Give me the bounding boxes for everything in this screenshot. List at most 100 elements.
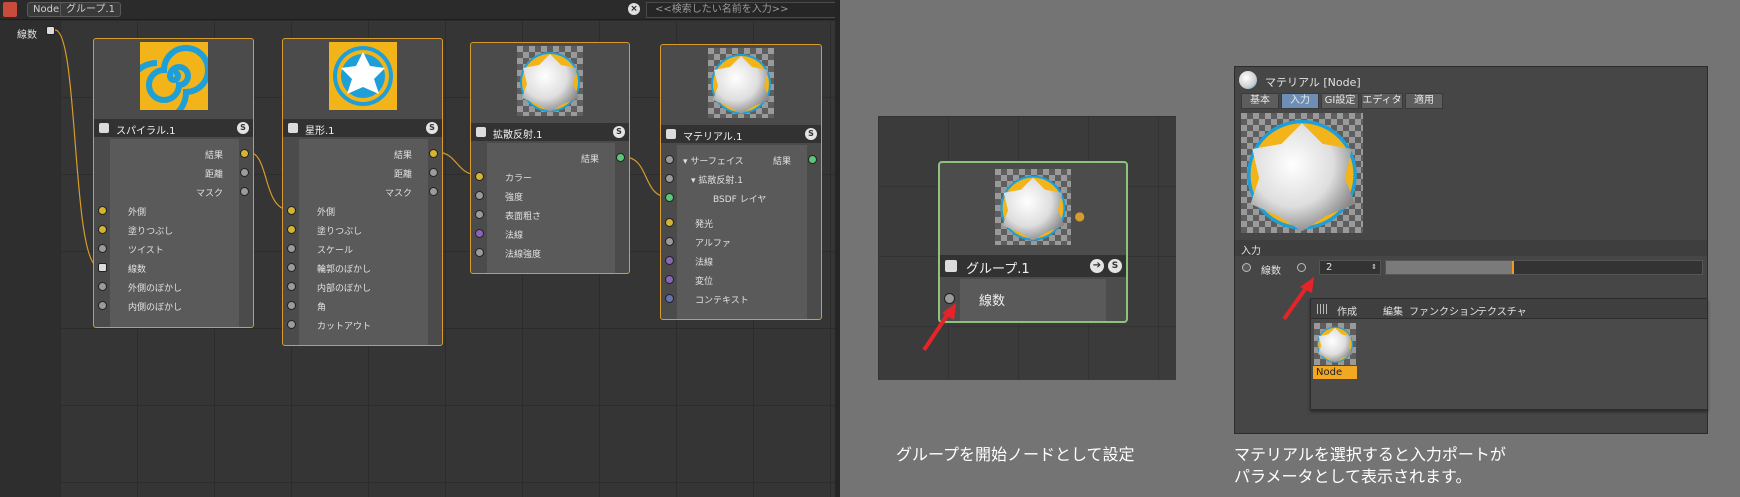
input-port[interactable] bbox=[665, 237, 674, 246]
input-label-text: 拡散反射.1 bbox=[698, 176, 743, 186]
input-port[interactable] bbox=[665, 294, 674, 303]
input-port[interactable] bbox=[475, 172, 484, 181]
material-caption-line1: マテリアルを選択すると入力ポートが bbox=[1234, 445, 1506, 464]
solo-button[interactable]: S bbox=[237, 122, 249, 134]
red-arrow-icon bbox=[1282, 277, 1314, 321]
spiral-node[interactable]: スパイラル.1 S 結果 距離 マスク 外側 塗りつぶし ツイスト 線数 外側の… bbox=[93, 38, 254, 328]
input-label-text: サーフェイス bbox=[690, 157, 744, 167]
material-node-header[interactable]: マテリアル.1 S bbox=[661, 125, 821, 143]
material-list-panel[interactable]: 作成 編集 ファンクション テクスチャ Node bbox=[1310, 298, 1708, 410]
material-preview bbox=[708, 48, 774, 118]
group-node-header[interactable]: グループ.1 ➔ S bbox=[940, 255, 1126, 277]
output-port[interactable] bbox=[429, 168, 438, 177]
input-port[interactable] bbox=[98, 282, 107, 291]
input-port[interactable] bbox=[287, 206, 296, 215]
input-port[interactable] bbox=[475, 248, 484, 257]
material-node[interactable]: マテリアル.1 S 結果 ▾ サーフェイス ▾ 拡散反射.1 BSDF レイヤ … bbox=[660, 44, 822, 320]
node-editor[interactable]: Node グループ.1 × <<検索したい名前を入力>> 線数 スパイラル.1 … bbox=[0, 0, 840, 497]
menu-texture[interactable]: テクスチャ bbox=[1477, 303, 1527, 318]
solo-button[interactable]: S bbox=[1108, 259, 1122, 273]
star-node[interactable]: 星形.1 S 結果 距離 マスク 外側 塗りつぶし スケール 輪郭のぼかし 内部… bbox=[282, 38, 443, 346]
input-port[interactable] bbox=[475, 229, 484, 238]
input-label: ツイスト bbox=[128, 246, 164, 256]
input-port[interactable] bbox=[98, 225, 107, 234]
enter-group-icon[interactable]: ➔ bbox=[1090, 259, 1104, 273]
star-node-header[interactable]: 星形.1 S bbox=[283, 119, 442, 137]
material-preview bbox=[1241, 113, 1363, 233]
slider-fill bbox=[1386, 261, 1512, 274]
solo-button[interactable]: S bbox=[426, 122, 438, 134]
input-port[interactable] bbox=[98, 244, 107, 253]
material-icon bbox=[1239, 71, 1257, 89]
input-port[interactable] bbox=[287, 244, 296, 253]
input-port[interactable] bbox=[287, 282, 296, 291]
spiral-node-header[interactable]: スパイラル.1 S bbox=[94, 119, 253, 137]
menu-create[interactable]: 作成 bbox=[1337, 303, 1357, 318]
solo-button[interactable]: S bbox=[805, 128, 817, 140]
tab-gi[interactable]: GI設定 bbox=[1321, 93, 1359, 109]
tab-basic[interactable]: 基本 bbox=[1241, 93, 1279, 109]
input-port[interactable] bbox=[287, 263, 296, 272]
section-title: 入力 bbox=[1241, 246, 1261, 257]
tab-apply[interactable]: 適用 bbox=[1405, 93, 1443, 109]
material-item[interactable]: Node bbox=[1313, 323, 1357, 379]
input-port[interactable] bbox=[98, 301, 107, 310]
input-port[interactable] bbox=[98, 206, 107, 215]
material-sphere-icon bbox=[711, 54, 771, 114]
input-port[interactable] bbox=[287, 225, 296, 234]
output-port[interactable] bbox=[808, 155, 817, 164]
spiral-preview-icon bbox=[139, 42, 208, 110]
menu-function[interactable]: ファンクション bbox=[1409, 303, 1479, 318]
group-node[interactable]: ● グループ.1 ➔ S 線数 bbox=[938, 161, 1128, 323]
output-port[interactable] bbox=[429, 149, 438, 158]
output-port[interactable] bbox=[240, 149, 249, 158]
input-label: 角 bbox=[317, 303, 327, 313]
output-port[interactable] bbox=[240, 168, 249, 177]
output-port[interactable] bbox=[616, 153, 625, 162]
diffuse-node-header[interactable]: 拡散反射.1 S bbox=[471, 123, 629, 141]
param-slider[interactable] bbox=[1385, 260, 1703, 275]
input-label: 塗りつぶし bbox=[128, 227, 174, 237]
input-label: 法線 bbox=[505, 231, 524, 241]
tab-editor[interactable]: エディタ bbox=[1361, 93, 1403, 109]
input-label: 法線 bbox=[695, 258, 714, 268]
input-label: スケール bbox=[317, 246, 354, 256]
input-label: 塗りつぶし bbox=[317, 227, 363, 237]
input-port[interactable] bbox=[665, 174, 674, 183]
input-port[interactable] bbox=[287, 320, 296, 329]
param-value-field[interactable]: 2 ⇕ bbox=[1319, 260, 1381, 275]
input-port[interactable] bbox=[665, 218, 674, 227]
group-node-title: グループ.1 bbox=[966, 262, 1030, 277]
param-input-port[interactable] bbox=[1297, 263, 1306, 272]
input-port[interactable] bbox=[287, 301, 296, 310]
input-port[interactable] bbox=[665, 256, 674, 265]
material-caption-line2: パラメータとして表示されます。 bbox=[1234, 467, 1472, 486]
red-arrow-icon bbox=[922, 303, 956, 352]
animate-radio[interactable] bbox=[1242, 263, 1251, 272]
spinner-icon[interactable]: ⇕ bbox=[1371, 261, 1377, 274]
material-menu-bar: 作成 編集 ファンクション テクスチャ bbox=[1311, 299, 1707, 319]
input-label: ▾ 拡散反射.1 bbox=[691, 176, 743, 186]
output-port[interactable] bbox=[429, 187, 438, 196]
input-port[interactable] bbox=[475, 210, 484, 219]
material-item-label: Node bbox=[1313, 366, 1357, 379]
tab-input[interactable]: 入力 bbox=[1281, 93, 1319, 109]
input-port[interactable] bbox=[98, 263, 107, 272]
input-label: 外側 bbox=[317, 208, 336, 218]
slider-handle[interactable] bbox=[1512, 261, 1514, 274]
input-label: 内部のぼかし bbox=[317, 284, 372, 294]
input-port[interactable] bbox=[665, 155, 674, 164]
input-label: コンテキスト bbox=[695, 296, 749, 306]
material-sphere-icon bbox=[520, 52, 580, 112]
output-port[interactable] bbox=[240, 187, 249, 196]
input-port[interactable] bbox=[475, 191, 484, 200]
input-port[interactable] bbox=[665, 193, 674, 202]
menu-edit[interactable]: 編集 bbox=[1383, 303, 1403, 318]
spiral-node-title: スパイラル.1 bbox=[116, 126, 176, 137]
input-port[interactable] bbox=[665, 275, 674, 284]
solo-button[interactable]: S bbox=[613, 126, 625, 138]
shader-icon bbox=[945, 260, 957, 272]
diffuse-node[interactable]: 拡散反射.1 S 結果 カラー 強度 表面粗さ 法線 法線強度 bbox=[470, 42, 630, 274]
shader-icon bbox=[666, 129, 676, 139]
input-label: カットアウト bbox=[317, 322, 372, 332]
